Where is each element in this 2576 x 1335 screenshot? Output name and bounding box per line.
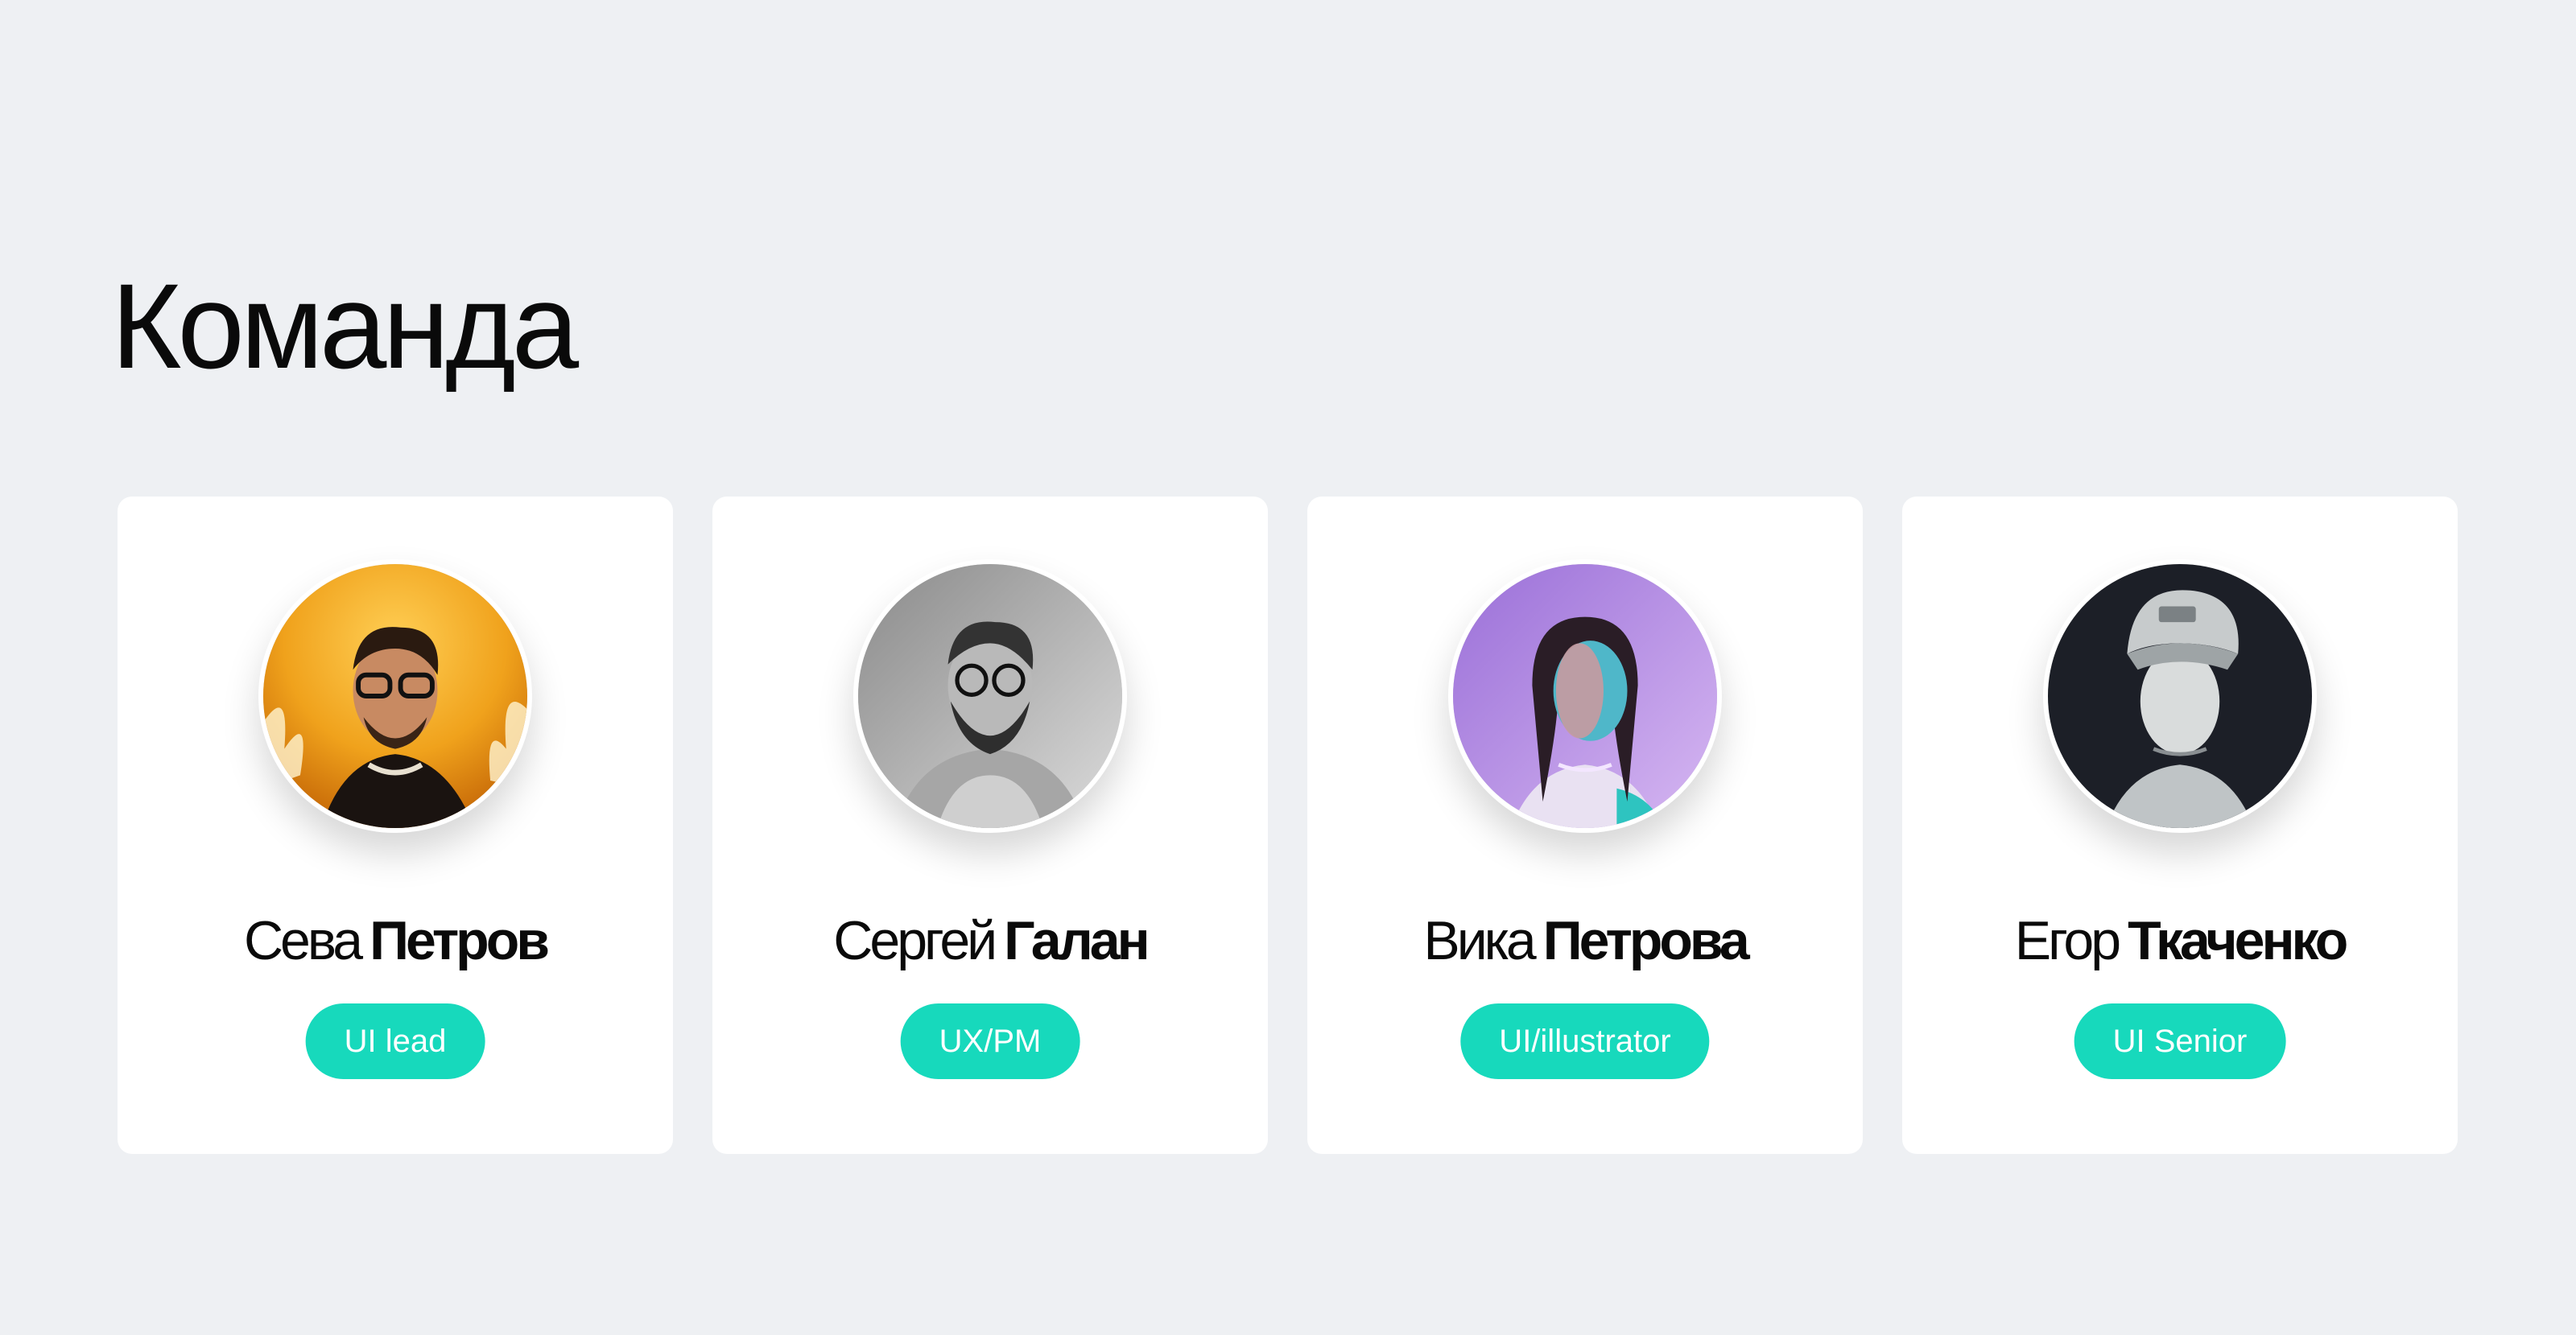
role-badge: UI lead — [305, 1003, 485, 1079]
team-member-card: Вика Петрова UI/illustrator — [1307, 497, 1863, 1154]
member-name: Сева Петров — [118, 913, 673, 968]
page-title: Команда — [111, 258, 579, 393]
member-last-name: Петрова — [1542, 910, 1750, 971]
member-name: Сергей Галан — [712, 913, 1268, 968]
member-first-name: Сергей — [833, 910, 997, 971]
team-member-card: Егор Ткаченко UI Senior — [1902, 497, 2458, 1154]
member-name: Егор Ткаченко — [1902, 913, 2458, 968]
avatar-photo — [2043, 559, 2317, 833]
team-member-card: Сергей Галан UX/PM — [712, 497, 1268, 1154]
member-last-name: Петров — [369, 910, 550, 971]
portrait-icon — [263, 564, 527, 828]
portrait-icon — [2048, 564, 2312, 828]
member-first-name: Вика — [1423, 910, 1536, 971]
team-list: Сева Петров UI lead Сергей Галан UX/PM В… — [118, 497, 2458, 1154]
team-member-card: Сева Петров UI lead — [118, 497, 673, 1154]
avatar-photo — [258, 559, 532, 833]
member-first-name: Егор — [2014, 910, 2121, 971]
member-first-name: Сева — [243, 910, 363, 971]
role-badge: UX/PM — [900, 1003, 1080, 1079]
avatar-photo — [853, 559, 1127, 833]
role-badge: UI Senior — [2074, 1003, 2286, 1079]
member-name: Вика Петрова — [1307, 913, 1863, 968]
portrait-icon — [858, 564, 1122, 828]
member-last-name: Ткаченко — [2128, 910, 2348, 971]
avatar-photo — [1448, 559, 1722, 833]
portrait-icon — [1453, 564, 1717, 828]
role-badge: UI/illustrator — [1460, 1003, 1710, 1079]
member-last-name: Галан — [1004, 910, 1150, 971]
